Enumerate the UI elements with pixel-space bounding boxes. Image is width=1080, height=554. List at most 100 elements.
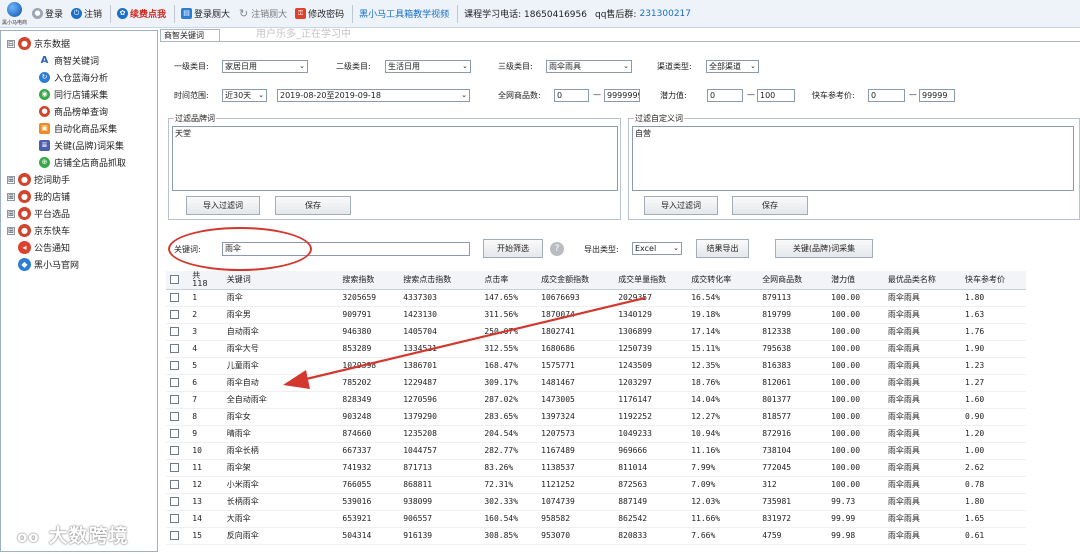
expand-icon[interactable]: ⊞ — [7, 192, 15, 201]
tree-item-official-site[interactable]: ◆ 黑小马官网 — [1, 256, 157, 273]
table-row[interactable]: 11 雨伞架 741932 871713 83.26% 1138537 811014 7.99… — [166, 459, 1026, 477]
table-row[interactable]: 3 自动雨伞 946380 1405704 250.07% 1802741 1306899 1… — [166, 323, 1026, 341]
tree-group-platform-select[interactable]: ⊞ ● 平台选品 — [1, 205, 157, 222]
tree-item-shangzhi-keyword[interactable]: A 商智关键词 — [1, 52, 157, 69]
row-checkbox[interactable] — [170, 463, 179, 472]
row-checkbox-cell[interactable] — [166, 306, 189, 324]
table-row[interactable]: 4 雨伞大号 853289 1334521 312.55% 1680686 1250739 1… — [166, 340, 1026, 358]
row-checkbox[interactable] — [170, 395, 179, 404]
row-checkbox-cell[interactable] — [166, 510, 189, 528]
header-express-price[interactable]: 快车参考价 — [960, 271, 1026, 290]
goods-max-input[interactable]: 9999999 — [604, 89, 640, 102]
tree-item-brand-keyword-collect[interactable]: ≣ 关键(品牌)词采集 — [1, 137, 157, 154]
row-checkbox[interactable] — [170, 344, 179, 353]
cat1-select[interactable]: 家居日用 ⌄ — [222, 60, 308, 73]
select-all-checkbox-cell[interactable] — [166, 271, 189, 290]
header-conversion-rate[interactable]: 成交转化率 — [687, 271, 759, 290]
row-checkbox-cell[interactable] — [166, 527, 189, 545]
logout-house-button[interactable]: ↻ 注销厕大 — [238, 7, 287, 20]
row-checkbox[interactable] — [170, 412, 179, 421]
header-click-rate[interactable]: 点击率 — [480, 271, 538, 290]
custom-save-button[interactable]: 保存 — [732, 196, 808, 215]
row-checkbox[interactable] — [170, 327, 179, 336]
row-checkbox-cell[interactable] — [166, 374, 189, 392]
header-search-click-index[interactable]: 搜索点击指数 — [399, 271, 481, 290]
expand-icon[interactable]: ⊞ — [7, 209, 15, 218]
tree-item-product-ranking[interactable]: ● 商品榜单查询 — [1, 103, 157, 120]
tree-group-jd-express[interactable]: ⊞ ● 京东快车 — [1, 222, 157, 239]
brand-import-button[interactable]: 导入过滤词 — [186, 196, 260, 215]
row-checkbox[interactable] — [170, 378, 179, 387]
goods-min-input[interactable]: 0 — [554, 89, 589, 102]
tree-group-dig-words[interactable]: ⊞ ● 挖词助手 — [1, 171, 157, 188]
collapse-icon[interactable]: ⊟ — [7, 39, 15, 48]
header-keyword[interactable]: 关键词 — [222, 271, 339, 290]
channel-select[interactable]: 全部渠道 ⌄ — [706, 60, 759, 73]
row-checkbox[interactable] — [170, 361, 179, 370]
header-search-index[interactable]: 搜索指数 — [338, 271, 400, 290]
brand-filter-textarea[interactable]: 天堂 — [172, 126, 618, 191]
select-all-checkbox[interactable] — [170, 275, 179, 285]
row-checkbox-cell[interactable] — [166, 425, 189, 443]
row-checkbox-cell[interactable] — [166, 391, 189, 409]
header-best-category[interactable]: 最优品类名称 — [883, 271, 961, 290]
table-row[interactable]: 10 雨伞长柄 667337 1044757 282.77% 1167489 969666 1… — [166, 442, 1026, 460]
row-checkbox[interactable] — [170, 514, 179, 523]
tree-item-auto-collect[interactable]: ▣ 自动化商品采集 — [1, 120, 157, 137]
row-checkbox-cell[interactable] — [166, 357, 189, 375]
change-password-button[interactable]: ⚿ 修改密码 — [295, 7, 344, 20]
tree-item-announcement[interactable]: ◂ 公告通知 — [1, 239, 157, 256]
potential-max-input[interactable]: 100 — [757, 89, 795, 102]
table-row[interactable]: 12 小米雨伞 766055 868811 72.31% 1121252 872563 7.0… — [166, 476, 1026, 494]
cat3-select[interactable]: 雨伞雨具 ⌄ — [546, 60, 632, 73]
row-checkbox-cell[interactable] — [166, 459, 189, 477]
table-row[interactable]: 15 反向雨伞 504314 916139 308.85% 953070 820833 7.6… — [166, 527, 1026, 545]
table-row[interactable]: 9 晴雨伞 874660 1235208 204.54% 1207573 1049233 10… — [166, 425, 1026, 443]
tree-item-peer-shop-collect[interactable]: ◉ 同行店铺采集 — [1, 86, 157, 103]
row-checkbox[interactable] — [170, 429, 179, 438]
date-range-select[interactable]: 2019-08-20至2019-09-18 ⌄ — [277, 89, 470, 102]
custom-import-button[interactable]: 导入过滤词 — [644, 196, 718, 215]
export-result-button[interactable]: 结果导出 — [696, 239, 749, 258]
table-row[interactable]: 7 全自动雨伞 828349 1270596 287.02% 1473005 1176147… — [166, 391, 1026, 409]
row-checkbox[interactable] — [170, 480, 179, 489]
login-house-button[interactable]: ▤ 登录厕大 — [181, 7, 230, 20]
expand-icon[interactable]: ⊞ — [7, 226, 15, 235]
row-checkbox-cell[interactable] — [166, 289, 189, 307]
table-row[interactable]: 6 雨伞自动 785202 1229487 309.17% 1481467 1203297 1… — [166, 374, 1026, 392]
login-button[interactable]: ● 登录 — [32, 7, 63, 20]
row-checkbox-cell[interactable] — [166, 340, 189, 358]
cat2-select[interactable]: 生活日用 ⌄ — [385, 60, 471, 73]
express-min-input[interactable]: 0 — [868, 89, 905, 102]
header-goods-count[interactable]: 全网商品数 — [758, 271, 828, 290]
row-checkbox-cell[interactable] — [166, 493, 189, 511]
time-select[interactable]: 近30天 ⌄ — [222, 89, 267, 102]
tree-group-jd-data[interactable]: ⊟ ● 京东数据 — [1, 35, 157, 52]
row-checkbox[interactable] — [170, 497, 179, 506]
brand-keyword-collect-button[interactable]: 关键(品牌)词采集 — [775, 239, 873, 258]
table-row[interactable]: 1 雨伞 3205659 4337303 147.65% 10676693 2029357 1… — [166, 289, 1026, 307]
table-row[interactable]: 13 长柄雨伞 539016 938099 302.33% 1074739 887149 12… — [166, 493, 1026, 511]
renew-button[interactable]: ✿ 续费点我 — [117, 7, 166, 20]
row-checkbox-cell[interactable] — [166, 442, 189, 460]
tab-shangzhi-keyword[interactable]: 商智关键词 — [160, 29, 220, 41]
table-row[interactable]: 2 雨伞男 909791 1423130 311.56% 1870074 1340129 19… — [166, 306, 1026, 324]
logout-button[interactable]: ⏻ 注销 — [71, 7, 102, 20]
tree-item-shop-crawl[interactable]: ⊕ 店铺全店商品抓取 — [1, 154, 157, 171]
row-checkbox-cell[interactable] — [166, 476, 189, 494]
tree-group-my-shop[interactable]: ⊞ ● 我的店铺 — [1, 188, 157, 205]
brand-save-button[interactable]: 保存 — [275, 196, 351, 215]
expand-icon[interactable]: ⊞ — [7, 175, 15, 184]
export-type-select[interactable]: Excel ⌄ — [632, 242, 682, 255]
header-deal-volume-index[interactable]: 成交单量指数 — [614, 271, 688, 290]
table-row[interactable]: 8 雨伞女 903248 1379290 283.65% 1397324 1192252 12… — [166, 408, 1026, 426]
custom-filter-textarea[interactable]: 自营 — [632, 126, 1074, 191]
start-filter-button[interactable]: 开始筛选 — [483, 239, 543, 258]
row-checkbox-cell[interactable] — [166, 323, 189, 341]
tutorial-video-link[interactable]: 黑小马工具箱教学视频 — [359, 7, 449, 20]
row-checkbox[interactable] — [170, 310, 179, 319]
row-checkbox[interactable] — [170, 531, 179, 540]
row-checkbox[interactable] — [170, 446, 179, 455]
express-max-input[interactable]: 99999 — [919, 89, 955, 102]
tree-item-warehouse-analysis[interactable]: ↻ 入仓蓝海分析 — [1, 69, 157, 86]
